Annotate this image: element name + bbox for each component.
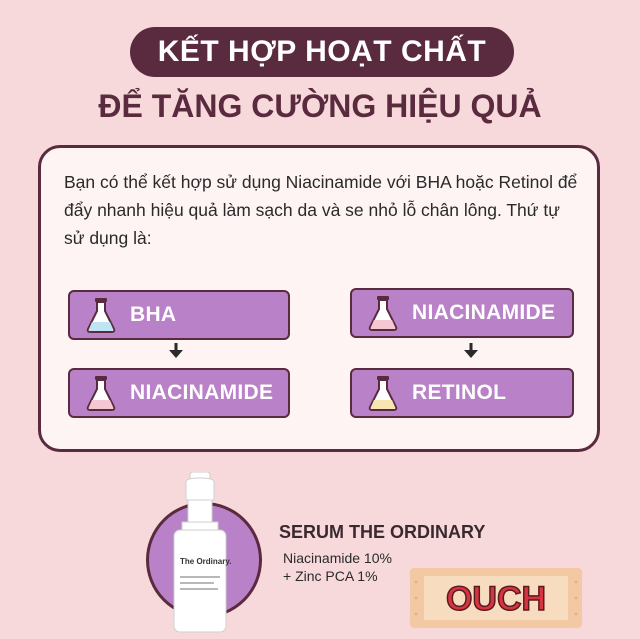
step-label: BHA — [130, 303, 177, 326]
ouch-logo-text: OUCH — [446, 580, 546, 618]
arrow-down-icon — [464, 343, 478, 358]
flask-icon — [368, 376, 398, 411]
step-label: NIACINAMIDE — [412, 301, 556, 324]
step-left-first: BHA — [68, 290, 290, 340]
flask-icon — [368, 296, 398, 331]
ouch-logo: OUCH — [409, 567, 583, 629]
step-right-first: NIACINAMIDE — [350, 288, 574, 338]
step-left-second: NIACINAMIDE — [68, 368, 290, 418]
product-title: SERUM THE ORDINARY — [279, 522, 486, 542]
product-ingredient-1: Niacinamide 10% — [283, 550, 392, 566]
serum-bottle-image: The Ordinary. — [173, 472, 231, 633]
flask-icon — [86, 376, 116, 411]
arrow-down-icon — [169, 343, 183, 358]
step-right-second: RETINOL — [350, 368, 574, 418]
step-label: NIACINAMIDE — [130, 381, 274, 404]
flask-icon — [86, 298, 116, 333]
page-subtitle: ĐỂ TĂNG CƯỜNG HIỆU QUẢ — [98, 88, 542, 124]
title-banner: KẾT HỢP HOẠT CHẤT — [130, 27, 514, 77]
step-label: RETINOL — [412, 381, 507, 404]
bottle-brand: The Ordinary. — [180, 557, 231, 566]
page-title: KẾT HỢP HOẠT CHẤT — [157, 35, 487, 68]
product-ingredient-2: + Zinc PCA 1% — [283, 568, 378, 584]
card-description: Bạn có thể kết hợp sử dụng Niacinamide v… — [64, 172, 578, 248]
